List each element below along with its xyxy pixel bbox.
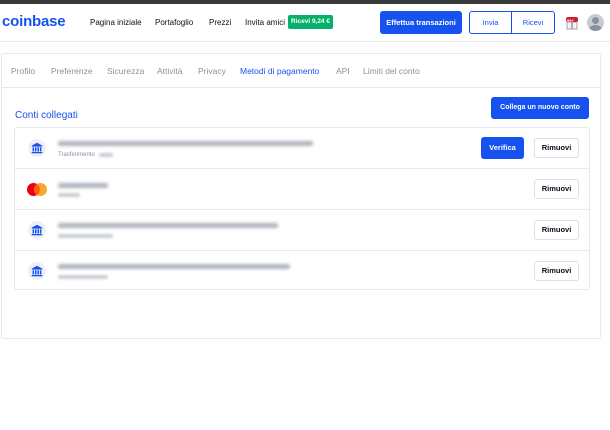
nav-invite-friends[interactable]: Invita amici [245,18,285,27]
bank-icon [28,139,46,157]
settings-tabs: Profilo Preferenze Sicurezza Attività Pr… [2,54,600,88]
account-subtitle: Trasferimento [58,152,95,158]
link-new-account-button[interactable]: Collega un nuovo conto [491,97,589,119]
tab-security[interactable]: Sicurezza [107,66,144,76]
redacted-card-name [58,183,108,188]
nav-home[interactable]: Pagina iniziale [90,18,142,27]
redacted-account-name [58,264,290,269]
redacted-account-detail [58,234,113,238]
tab-privacy[interactable]: Privacy [198,66,226,76]
list-item: Rimuovi [15,251,589,292]
list-item: Trasferimento Verifica Rimuovi [15,128,589,169]
invite-reward-badge[interactable]: Ricevi 9,24 € [288,15,334,29]
nav-prices[interactable]: Prezzi [209,18,231,27]
linked-accounts-title: Conti collegati [15,110,78,121]
receive-button[interactable]: Ricevi [511,11,555,34]
settings-panel: Profilo Preferenze Sicurezza Attività Pr… [1,53,601,339]
redacted-account-name [58,141,313,146]
user-avatar[interactable] [587,14,604,31]
nav-portfolio[interactable]: Portafoglio [155,18,193,27]
remove-button[interactable]: Rimuovi [534,138,579,158]
tab-preferences[interactable]: Preferenze [51,66,93,76]
top-header: coinbase Pagina iniziale Portafoglio Pre… [0,4,610,42]
remove-button[interactable]: Rimuovi [534,220,579,240]
trade-button[interactable]: Effettua transazioni [380,11,462,34]
list-item: Rimuovi [15,210,589,251]
remove-button[interactable]: Rimuovi [534,179,579,199]
bank-icon [28,262,46,280]
gift-badge-count: 99+ [567,18,574,23]
linked-accounts-list: Trasferimento Verifica Rimuovi Rimuovi R… [14,127,590,290]
gift-icon[interactable]: 99+ [566,16,578,30]
redacted-account-name [58,223,278,228]
tab-payment-methods[interactable]: Metodi di pagamento [240,66,319,76]
redacted-account-detail [99,153,113,157]
tab-profile[interactable]: Profilo [11,66,35,76]
redacted-account-detail [58,275,108,279]
remove-button[interactable]: Rimuovi [534,261,579,281]
verify-button[interactable]: Verifica [481,137,524,159]
tab-activity[interactable]: Attività [157,66,183,76]
redacted-card-detail [58,193,80,197]
tab-api[interactable]: API [336,66,350,76]
list-item: Rimuovi [15,169,589,210]
mastercard-icon [25,182,49,197]
send-button[interactable]: Invia [469,11,512,34]
coinbase-logo[interactable]: coinbase [2,13,66,30]
tab-account-limits[interactable]: Limiti del conto [363,66,420,76]
bank-icon [28,221,46,239]
